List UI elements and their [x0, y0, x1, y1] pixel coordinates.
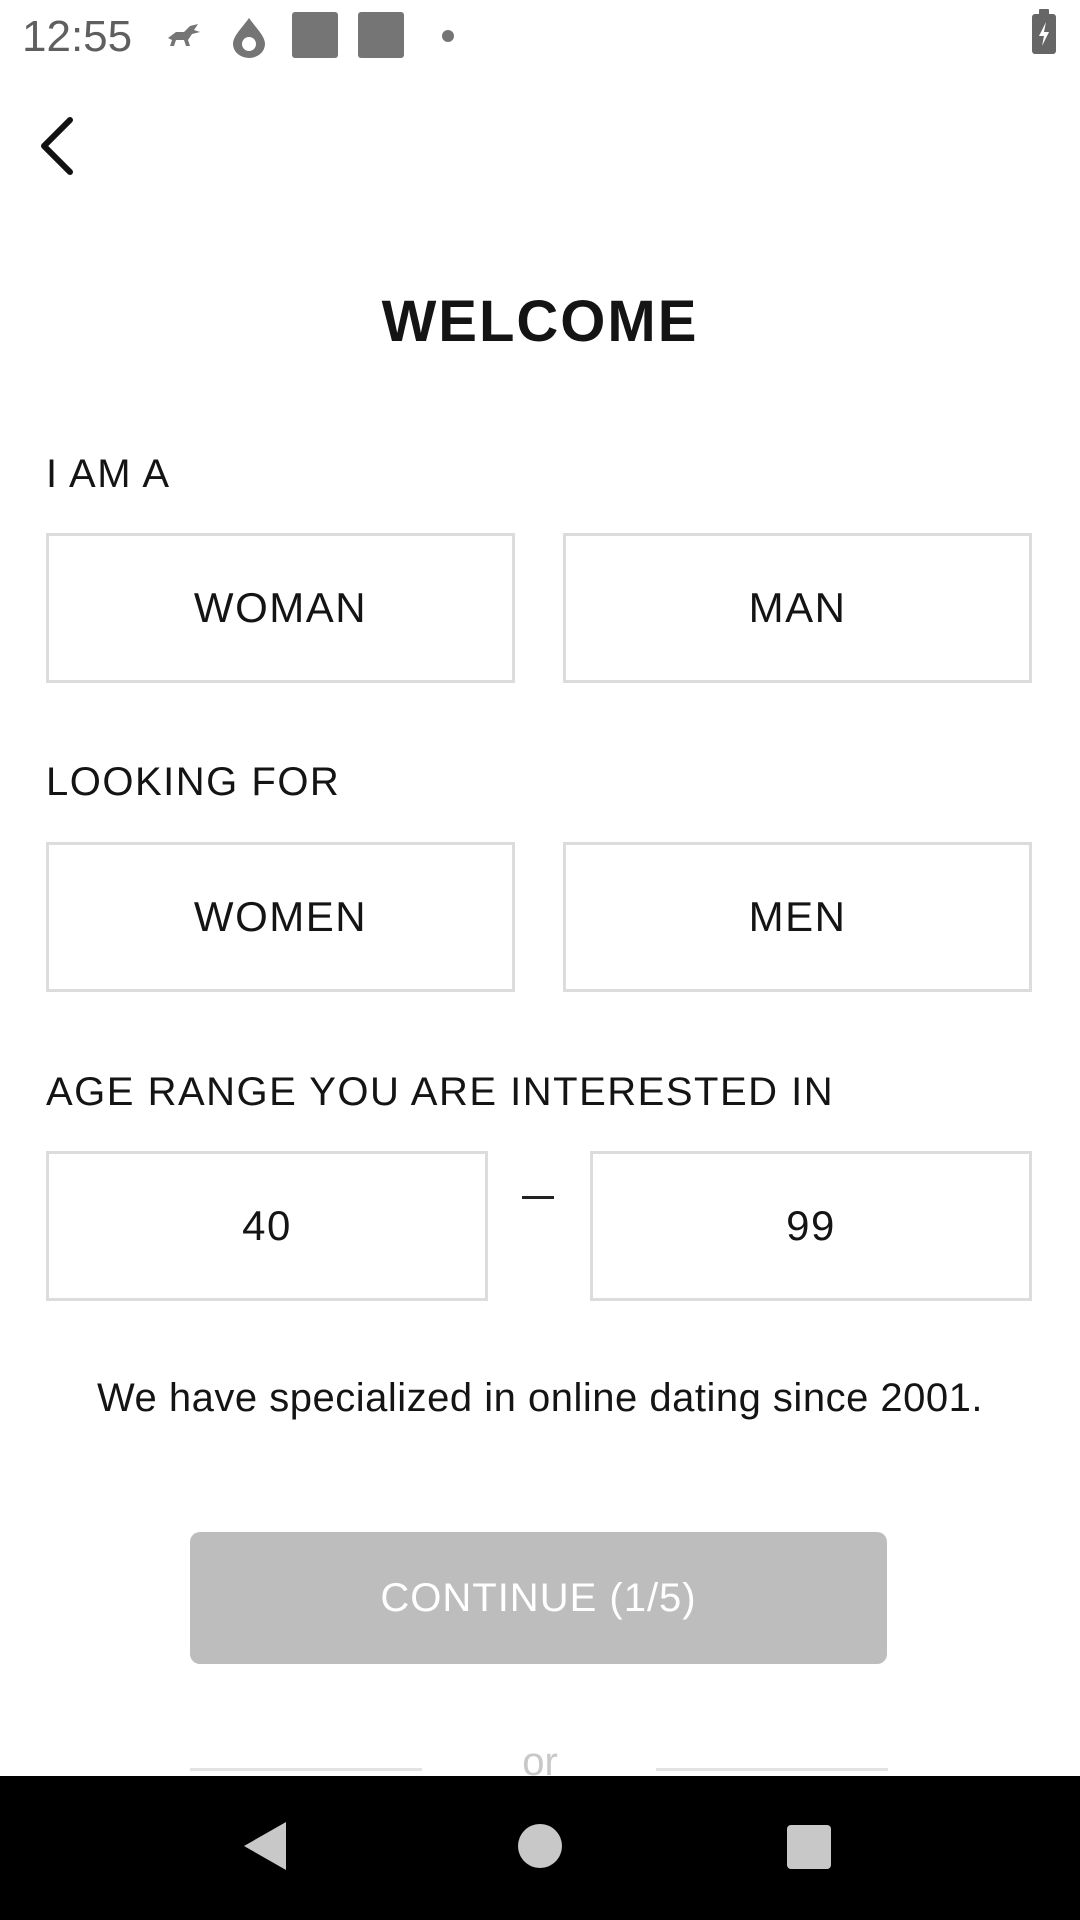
divider-line-right — [656, 1768, 888, 1771]
nav-back-button[interactable] — [240, 1818, 290, 1879]
age-max-value: 99 — [786, 1202, 836, 1249]
nav-home-button[interactable] — [516, 1822, 564, 1875]
status-time: 12:55 — [22, 12, 133, 61]
age-max-field[interactable]: 99 — [590, 1151, 1032, 1301]
back-triangle-icon — [244, 1822, 286, 1870]
status-bar: 12:55 — [0, 0, 1080, 74]
men-option-button[interactable]: MEN — [563, 842, 1032, 992]
chevron-left-icon — [41, 117, 73, 175]
back-button[interactable] — [28, 110, 88, 180]
drop-icon — [233, 18, 265, 58]
women-option-button[interactable]: WOMEN — [46, 842, 515, 992]
age-range-label: AGE RANGE YOU ARE INTERESTED IN — [46, 1070, 835, 1114]
age-min-value: 40 — [242, 1202, 292, 1249]
pegasus-icon — [168, 24, 200, 46]
home-circle-icon — [518, 1824, 562, 1868]
man-option-label: MAN — [748, 584, 847, 631]
page-title: WELCOME — [381, 289, 699, 354]
age-range-dash — [522, 1196, 554, 1199]
system-nav-bar — [0, 1776, 1080, 1920]
men-option-label: MEN — [748, 893, 847, 940]
continue-button-label: CONTINUE (1/5) — [380, 1575, 697, 1620]
battery-charging-icon — [1032, 9, 1056, 54]
woman-option-button[interactable]: WOMAN — [46, 533, 515, 683]
square-icon — [292, 12, 338, 58]
square-icon — [358, 12, 404, 58]
age-min-field[interactable]: 40 — [46, 1151, 488, 1301]
dot-icon — [442, 30, 454, 42]
man-option-button[interactable]: MAN — [563, 533, 1032, 683]
looking-for-label: LOOKING FOR — [46, 760, 341, 804]
nav-recents-button[interactable] — [786, 1824, 832, 1875]
women-option-label: WOMEN — [193, 893, 368, 940]
continue-button[interactable]: CONTINUE (1/5) — [190, 1532, 887, 1664]
i-am-label: I AM A — [46, 452, 171, 496]
recents-square-icon — [787, 1825, 831, 1869]
woman-option-label: WOMAN — [193, 584, 368, 631]
info-text: We have specialized in online dating sin… — [96, 1376, 984, 1420]
